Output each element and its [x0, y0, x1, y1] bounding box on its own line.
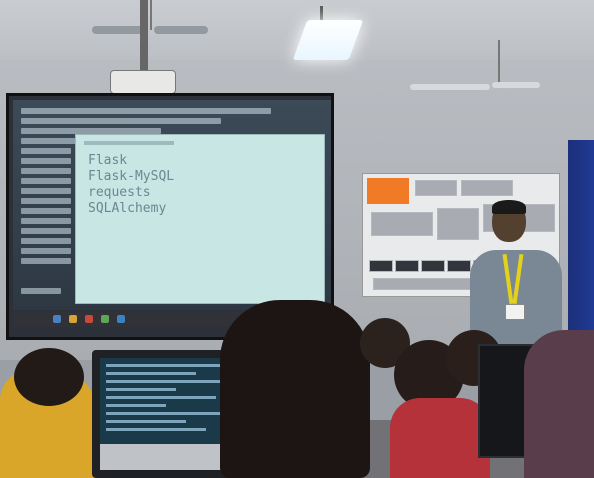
- poster-thumb: [395, 260, 419, 272]
- taskbar-app-icon: [53, 315, 61, 323]
- taskbar-app-icon: [69, 315, 77, 323]
- terminal-line: [21, 148, 71, 154]
- laptop-text-line: [106, 396, 216, 399]
- terminal-line: [21, 168, 71, 174]
- terminal-line: [21, 158, 71, 164]
- requirement-line: requests: [88, 185, 151, 200]
- terminal-line: [21, 258, 71, 264]
- student-head: [14, 348, 84, 406]
- terminal-line: [21, 178, 71, 184]
- terminal-line: [21, 248, 71, 254]
- requirements-editor-window: Flask Flask-MySQL requests SQLAlchemy: [75, 134, 325, 304]
- terminal-line: [21, 218, 71, 224]
- terminal-line: [21, 188, 71, 194]
- poster-thumb: [369, 260, 393, 272]
- taskbar-app-icon: [85, 315, 93, 323]
- fan-rod: [498, 40, 500, 84]
- student-red-shirt: [390, 398, 490, 478]
- terminal-line: [21, 228, 71, 234]
- fan-blade: [154, 26, 208, 34]
- student-long-hair: [220, 300, 370, 478]
- editor-header: [84, 141, 174, 145]
- terminal-line: [21, 118, 221, 124]
- taskbar-app-icon: [117, 315, 125, 323]
- terminal-line: [21, 238, 71, 244]
- laptop-text-line: [106, 388, 176, 391]
- poster-thumb: [421, 260, 445, 272]
- requirement-line: Flask: [88, 153, 128, 168]
- classroom-photo: Flask Flask-MySQL requests SQLAlchemy: [0, 0, 594, 478]
- requirement-line: Flask-MySQL: [88, 169, 175, 184]
- poster-block: [415, 180, 457, 196]
- laptop-text-line: [106, 420, 186, 423]
- fan-blade: [410, 84, 490, 90]
- laptop-text-line: [106, 412, 230, 415]
- poster-block: [371, 212, 433, 236]
- laptop-text-line: [106, 428, 206, 431]
- laptop-text-line: [106, 372, 196, 375]
- fan-blade: [92, 26, 146, 34]
- terminal-line: [21, 198, 71, 204]
- student-hijab: [524, 330, 594, 478]
- ceiling-fan-right: [410, 82, 540, 94]
- terminal-prompt-line: [21, 288, 61, 294]
- fan-blade: [492, 82, 540, 88]
- terminal-line: [21, 108, 271, 114]
- taskbar-app-icon: [101, 315, 109, 323]
- projected-terminal: Flask Flask-MySQL requests SQLAlchemy: [13, 100, 331, 310]
- laptop-text-line: [106, 364, 226, 367]
- poster-banner: [367, 178, 409, 204]
- id-badge: [505, 304, 525, 320]
- terminal-line: [21, 208, 71, 214]
- projector: [110, 70, 176, 94]
- laptop-text-line: [106, 380, 236, 383]
- projector-mount: [140, 0, 148, 72]
- laptop-text-line: [106, 404, 166, 407]
- poster-block: [461, 180, 513, 196]
- presenter-hair: [492, 200, 526, 214]
- ceiling-fan-left: [92, 26, 208, 36]
- requirement-line: SQLAlchemy: [88, 201, 167, 216]
